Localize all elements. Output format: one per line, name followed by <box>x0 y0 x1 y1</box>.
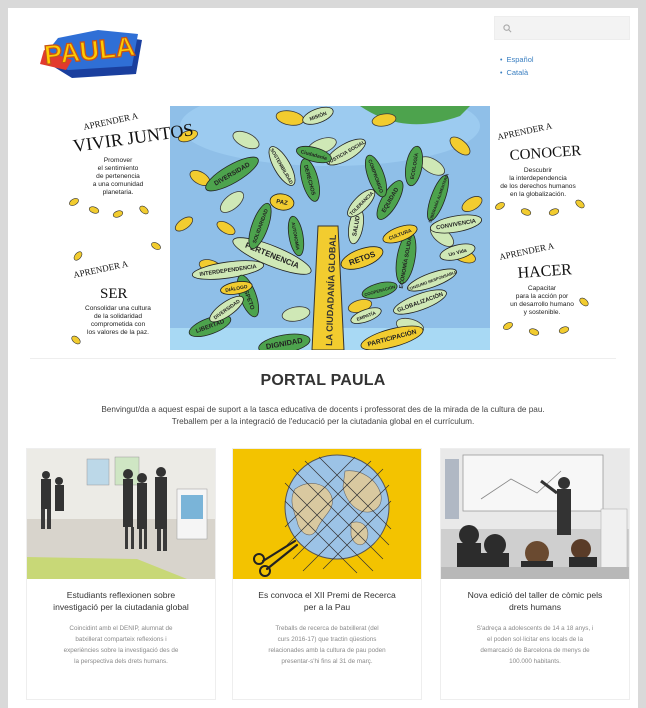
card-2-text-line-1: Treballs de recerca de batxillerat (del <box>275 625 379 632</box>
card-1-photo[interactable] <box>27 449 215 579</box>
card-1-text-line-1: Coincidint amb el DENIP, alumnat de <box>69 625 173 632</box>
vivir-text-1: Promover <box>104 157 133 164</box>
hacer-text-2: para la acción por <box>516 293 569 300</box>
card-3-text-line-3: demarcació de Barcelona de menys de <box>480 647 590 654</box>
language-link-es[interactable]: Español <box>500 54 533 67</box>
intro-line-1: Benvingut/da a aquest espai de suport a … <box>101 405 545 414</box>
hacer-text-3: un desarrollo humano <box>510 301 574 308</box>
news-card-3[interactable]: Nova edició del taller de còmic pels dre… <box>440 448 630 700</box>
vivir-text-3: de pertenencia <box>96 173 140 180</box>
conocer-text-4: en la globalización. <box>510 191 566 198</box>
search-box[interactable] <box>494 16 630 40</box>
vivir-text-4: a una comunidad <box>93 181 144 188</box>
card-2-text-line-2: curs 2016-17) que tractin qüestions <box>277 636 377 643</box>
card-1-text: Coincidint amb el DENIP, alumnat de batx… <box>37 623 205 667</box>
hacer-text-1: Capacitar <box>528 285 557 292</box>
card-1-text-line-2: batxillerat comparteix reflexions i <box>75 636 167 643</box>
ser-text-1: Consolidar una cultura <box>85 305 151 312</box>
vivir-text-2: el sentimiento <box>98 165 139 172</box>
card-1-title-line-2[interactable]: investigació per la ciutadania global <box>53 602 189 612</box>
card-3-text-line-1: S'adreça a adolescents de 14 a 18 anys, … <box>476 625 594 632</box>
hacer-text-4: y sostenible. <box>524 309 561 316</box>
card-2-globe-illustration[interactable] <box>233 449 421 579</box>
card-1-text-line-3: experiències sobre la investigació des d… <box>63 647 179 654</box>
card-3-title-line-2[interactable]: drets humans <box>509 602 561 612</box>
card-2-text-line-3: relacionades amb la cultura de pau poden <box>268 647 386 654</box>
conocer-text-3: de los derechos humanos <box>500 183 576 190</box>
card-1-title[interactable]: Estudiants reflexionen sobre investigaci… <box>35 589 207 613</box>
ser-text-4: los valores de la paz. <box>87 329 149 336</box>
card-3-text-line-4: 100.000 habitants. <box>509 658 561 665</box>
card-3-text: S'adreça a adolescents de 14 a 18 anys, … <box>451 623 619 667</box>
news-card-2[interactable]: Es convoca el XII Premi de Recerca per a… <box>232 448 422 700</box>
card-1-title-line-1[interactable]: Estudiants reflexionen sobre <box>67 590 175 600</box>
conocer-text-1: Descubrir <box>524 167 553 174</box>
ser-heading-2: SER <box>100 286 128 302</box>
ser-text-3: comprometida con <box>91 321 146 328</box>
language-link-ca[interactable]: Català <box>500 67 534 80</box>
card-3-text-line-2: el poden sol·licitar ens locals de la <box>487 636 583 643</box>
search-icon <box>503 23 512 32</box>
vivir-text-5: planetaria. <box>103 189 134 196</box>
portal-title: PORTAL PAULA <box>260 372 386 389</box>
card-1-text-line-4: la perspectiva dels drets humans. <box>74 658 168 665</box>
card-2-title-line-2[interactable]: per a la Pau <box>304 602 350 612</box>
banner-illustration[interactable]: LA CIUDADANÍA GLOBAL DIVERSIDAD PERTENEN… <box>60 106 593 350</box>
paula-logo[interactable]: PAULA <box>32 20 144 82</box>
language-list: Español Català <box>500 54 534 80</box>
news-card-1[interactable]: Estudiants reflexionen sobre investigaci… <box>26 448 216 700</box>
search-input[interactable] <box>516 18 616 38</box>
ser-text-2: de la solidaridad <box>94 313 142 320</box>
section-divider <box>30 358 616 359</box>
card-2-title-line-1[interactable]: Es convoca el XII Premi de Recerca <box>258 590 396 600</box>
card-2-title[interactable]: Es convoca el XII Premi de Recerca per a… <box>241 589 413 613</box>
card-2-text-line-4: presentar-s'hi fins al 31 de març. <box>281 658 373 665</box>
intro-line-2: Treballem per a la integració de l'educa… <box>171 417 475 426</box>
card-2-text: Treballs de recerca de batxillerat (del … <box>243 623 411 667</box>
card-3-classroom-photo[interactable] <box>441 449 629 579</box>
card-3-title[interactable]: Nova edició del taller de còmic pels dre… <box>449 589 621 613</box>
card-3-title-line-1[interactable]: Nova edició del taller de còmic pels <box>468 590 603 600</box>
conocer-text-2: la interdependencia <box>509 175 567 182</box>
page: PAULA Español Català <box>8 8 638 708</box>
portal-intro: Benvingut/da a aquest espai de suport a … <box>78 404 568 428</box>
